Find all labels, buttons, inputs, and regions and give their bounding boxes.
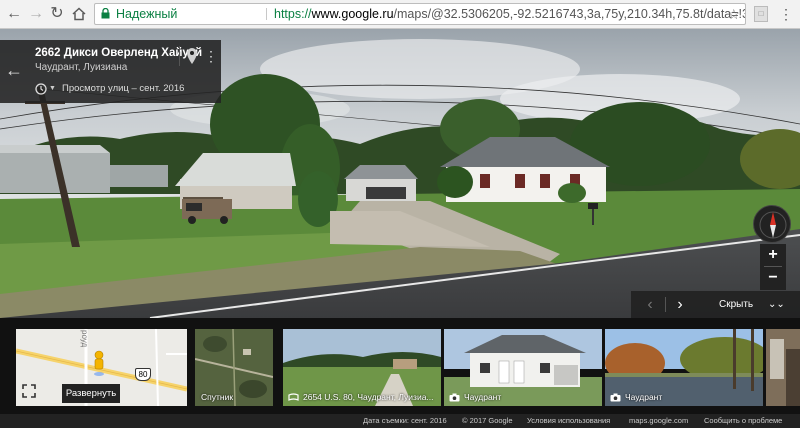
double-chevron-down-icon[interactable]: ⌄⌄	[768, 291, 785, 318]
thumbnail-label: Чаудрант	[625, 392, 663, 402]
back-button[interactable]: ←	[4, 4, 24, 24]
arrow-left-icon: ←	[6, 5, 22, 22]
zoom-control: + −	[760, 244, 786, 290]
hide-filmstrip-button[interactable]: Скрыть	[719, 291, 753, 318]
url-path: /maps/@32.5306205,-92.5216743,3a,75y,210…	[393, 7, 745, 21]
copyright: © 2017 Google	[462, 416, 513, 425]
route-shield: 80	[135, 368, 151, 381]
photo-thumbnail[interactable]	[766, 329, 800, 406]
thumbnail-label: Спутник	[201, 392, 234, 402]
filmstrip-nav-bar: ‹ › Скрыть ⌄⌄	[631, 291, 800, 318]
time-travel-icon[interactable]	[35, 83, 47, 95]
reload-icon: ↻	[50, 5, 64, 22]
more-vert-icon: ⋮	[779, 6, 793, 22]
url-host: www.google.ru	[311, 7, 394, 21]
terms-link[interactable]: Условия использования	[527, 414, 610, 428]
satellite-thumbnail[interactable]: Спутник	[195, 329, 273, 406]
report-problem-link[interactable]: Сообщить о проблеме	[704, 414, 782, 428]
thumbnail-image	[766, 329, 800, 406]
divider	[179, 46, 180, 66]
next-button[interactable]: ›	[671, 291, 689, 318]
forward-button[interactable]: →	[26, 4, 46, 24]
home-icon	[72, 7, 86, 21]
expand-icon[interactable]	[22, 384, 36, 398]
photo-thumbnail[interactable]: 2654 U.S. 80, Чаудрант, Луизиа...	[283, 329, 441, 406]
chevron-left-icon: ‹	[647, 296, 653, 313]
chevron-right-icon: ›	[677, 296, 683, 313]
back-to-map-button[interactable]: ←	[4, 58, 24, 82]
chevron-down-icon[interactable]: ▼	[49, 83, 56, 95]
location-info-card: ← 2662 Дикси Оверленд Хайуэй Чаудрант, Л…	[0, 40, 221, 103]
url-text: https://www.google.ru/maps/@32.5306205,-…	[274, 4, 745, 24]
camera-icon	[449, 393, 460, 402]
filmstrip: роуд 80 Развернуть Спутник 2654 U.S. 80,…	[0, 318, 800, 414]
camera-icon	[610, 393, 621, 402]
browser-toolbar: ← → ↻ Надежный https://www.google.ru/map…	[0, 0, 800, 29]
browser-menu-button[interactable]: ⋮	[779, 5, 793, 23]
street-view-date[interactable]: Просмотр улиц – сент. 2016	[62, 83, 184, 95]
reload-button[interactable]: ↻	[47, 4, 67, 24]
compass-button[interactable]	[753, 205, 791, 243]
map-pin-button[interactable]	[185, 47, 199, 65]
zoom-in-button[interactable]: +	[760, 244, 786, 266]
thumbnail-label: Чаудрант	[464, 392, 502, 402]
url-scheme: https://	[274, 7, 312, 21]
more-vert-icon: ⋮	[204, 48, 218, 64]
photo-thumbnail[interactable]: Чаудрант	[605, 329, 763, 406]
panorama-icon	[288, 393, 299, 401]
arrow-right-icon: →	[28, 5, 44, 22]
more-options-button[interactable]: ⋮	[204, 46, 218, 66]
thumbnail-label: 2654 U.S. 80, Чаудрант, Луизиа...	[303, 392, 434, 402]
domain-link[interactable]: maps.google.com	[629, 414, 688, 428]
star-icon: ☆	[727, 6, 740, 22]
road-label: роуд	[80, 330, 89, 348]
map-pin-icon	[187, 48, 197, 64]
minimap[interactable]: роуд 80 Развернуть	[16, 329, 187, 406]
divider	[665, 297, 666, 312]
security-label: Надежный	[116, 7, 178, 21]
compass-icon	[759, 211, 787, 239]
address-title: 2662 Дикси Оверленд Хайуэй	[35, 47, 203, 59]
expand-map-tooltip: Развернуть	[62, 384, 120, 403]
capture-date: Дата съемки: сент. 2016	[363, 416, 447, 425]
bookmark-star-button[interactable]: ☆	[727, 4, 740, 24]
arrow-left-icon: ←	[5, 60, 23, 80]
extension-icon[interactable]: □	[754, 6, 768, 22]
zoom-out-button[interactable]: −	[760, 267, 786, 289]
previous-button[interactable]: ‹	[641, 291, 659, 318]
home-button[interactable]	[69, 4, 89, 24]
divider	[266, 8, 267, 20]
address-bar[interactable]: Надежный https://www.google.ru/maps/@32.…	[94, 3, 746, 25]
locality-label: Чаудрант, Луизиана	[35, 62, 128, 73]
photo-thumbnail[interactable]: Чаудрант	[444, 329, 602, 406]
map-footer: Дата съемки: сент. 2016 © 2017 Google Ус…	[0, 414, 800, 428]
lock-icon	[101, 8, 110, 19]
